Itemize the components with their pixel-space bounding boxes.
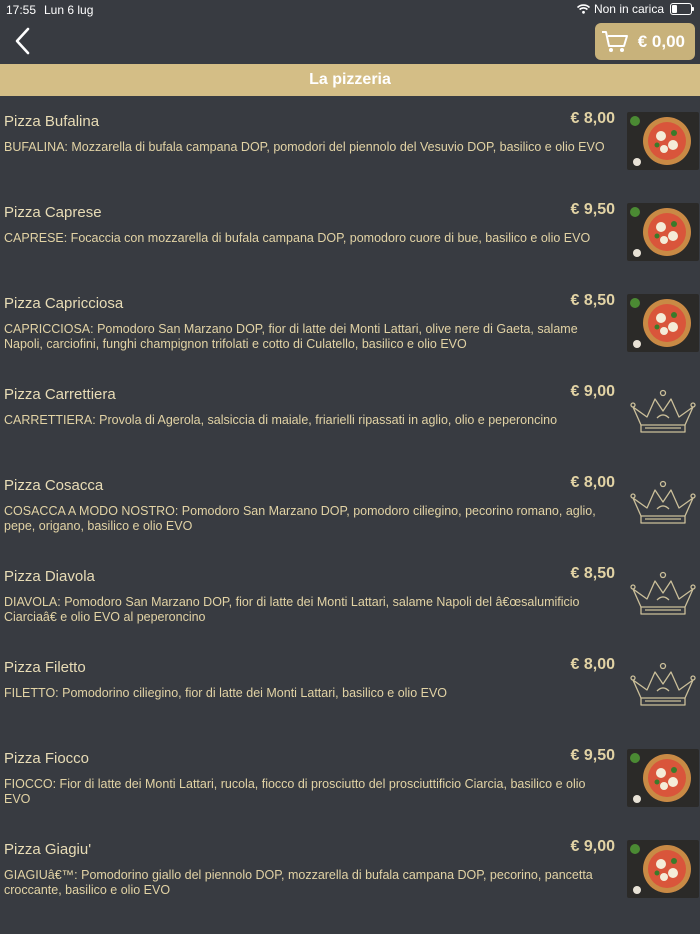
battery-icon xyxy=(670,3,694,15)
pizza-photo xyxy=(627,203,699,261)
pizza-photo xyxy=(627,112,699,170)
menu-list: Pizza Bufalina € 8,00 BUFALINA: Mozzarel… xyxy=(0,100,700,919)
list-item[interactable]: Pizza Fiocco € 9,50 FIOCCO: Fior di latt… xyxy=(0,737,700,828)
crown-logo-icon xyxy=(627,658,699,716)
list-item[interactable]: Pizza Carrettiera € 9,00 CARRETTIERA: Pr… xyxy=(0,373,700,464)
wifi-icon xyxy=(576,4,590,14)
list-item[interactable]: Pizza Caprese € 9,50 CAPRESE: Focaccia c… xyxy=(0,191,700,282)
list-item[interactable]: Pizza Capricciosa € 8,50 CAPRICCIOSA: Po… xyxy=(0,282,700,373)
status-bar: 17:55 Lun 6 lug Non in carica xyxy=(0,0,700,20)
list-item[interactable]: Pizza Diavola € 8,50 DIAVOLA: Pomodoro S… xyxy=(0,555,700,646)
item-name: Pizza Capricciosa xyxy=(4,295,124,312)
item-name: Pizza Giagiu' xyxy=(4,841,92,858)
item-name: Pizza Fiocco xyxy=(4,750,90,767)
item-price: € 8,00 xyxy=(570,656,615,673)
pizza-photo xyxy=(627,840,699,898)
chevron-left-icon xyxy=(15,27,30,55)
item-description: FILETTO: Pomodorino ciliegino, fior di l… xyxy=(4,686,448,700)
item-price: € 8,50 xyxy=(570,292,615,309)
item-price: € 8,50 xyxy=(570,565,615,582)
item-description: COSACCA A MODO NOSTRO: Pomodoro San Marz… xyxy=(4,504,596,533)
list-item[interactable]: Pizza Cosacca € 8,00 COSACCA A MODO NOST… xyxy=(0,464,700,555)
section-header: La pizzeria xyxy=(0,64,700,96)
list-item[interactable]: Pizza Filetto € 8,00 FILETTO: Pomodorino… xyxy=(0,646,700,737)
item-price: € 9,00 xyxy=(570,383,615,400)
item-name: Pizza Cosacca xyxy=(4,477,104,494)
status-right: Non in carica xyxy=(576,2,694,16)
status-date: Lun 6 lug xyxy=(44,3,94,17)
item-price: € 9,00 xyxy=(570,838,615,855)
item-price: € 9,50 xyxy=(570,201,615,218)
item-description: DIAVOLA: Pomodoro San Marzano DOP, fior … xyxy=(4,595,580,624)
pizza-photo xyxy=(627,294,699,352)
item-name: Pizza Filetto xyxy=(4,659,86,676)
item-name: Pizza Diavola xyxy=(4,568,95,585)
item-description: CAPRESE: Focaccia con mozzarella di bufa… xyxy=(4,231,591,245)
item-name: Pizza Caprese xyxy=(4,204,102,221)
crown-logo-icon xyxy=(627,567,699,625)
list-item[interactable]: Pizza Giagiu' € 9,00 GIAGIUâ€™: Pomodori… xyxy=(0,828,700,919)
back-button[interactable] xyxy=(10,26,38,56)
cart-total: € 0,00 xyxy=(637,32,685,51)
item-price: € 8,00 xyxy=(570,474,615,491)
pizza-photo xyxy=(627,749,699,807)
item-description: FIOCCO: Fior di latte dei Monti Lattari,… xyxy=(4,777,586,806)
cart-button[interactable]: € 0,00 xyxy=(595,23,695,60)
section-title: La pizzeria xyxy=(309,71,391,88)
item-description: GIAGIUâ€™: Pomodorino giallo del piennol… xyxy=(4,868,593,897)
item-price: € 9,50 xyxy=(570,747,615,764)
crown-logo-icon xyxy=(627,476,699,534)
item-description: BUFALINA: Mozzarella di bufala campana D… xyxy=(4,140,605,154)
charging-status: Non in carica xyxy=(593,2,664,16)
item-description: CAPRICCIOSA: Pomodoro San Marzano DOP, f… xyxy=(4,322,578,351)
cart-icon xyxy=(602,30,628,52)
item-description: CARRETTIERA: Provola di Agerola, salsicc… xyxy=(4,413,558,427)
item-name: Pizza Bufalina xyxy=(4,113,100,130)
crown-logo-icon xyxy=(627,385,699,443)
item-price: € 8,00 xyxy=(570,110,615,127)
item-name: Pizza Carrettiera xyxy=(4,386,116,403)
status-time: 17:55 xyxy=(6,3,37,17)
list-item[interactable]: Pizza Bufalina € 8,00 BUFALINA: Mozzarel… xyxy=(0,100,700,191)
